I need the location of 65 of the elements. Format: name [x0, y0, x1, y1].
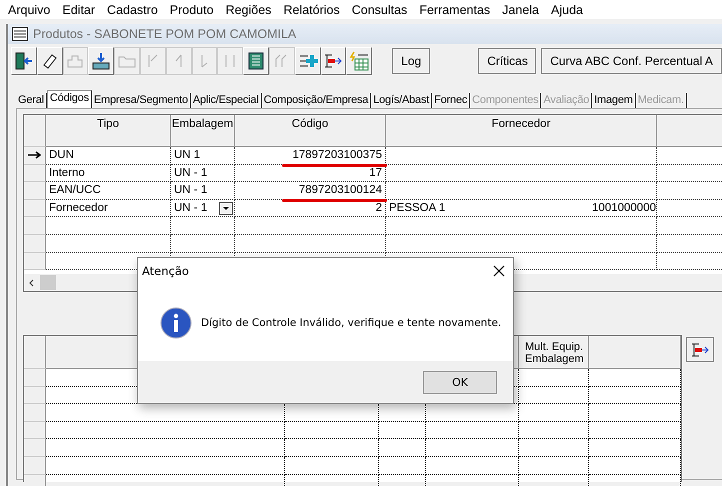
supplier-code: 1001000000: [592, 202, 656, 214]
table-cell: Interno: [46, 164, 171, 182]
table-cell: [519, 422, 589, 440]
column-header: Embalagem: [171, 115, 235, 147]
criticas-button[interactable]: Críticas: [478, 48, 536, 74]
menu-item[interactable]: Janela: [496, 2, 546, 16]
abc-curve-button[interactable]: Curva ABC Conf. Percentual A: [541, 48, 722, 74]
table-cell: Fornecedor: [46, 200, 171, 218]
row-header: [24, 386, 46, 404]
table-cell: [379, 456, 426, 475]
menu-item[interactable]: Ferramentas: [413, 2, 496, 16]
table-cell: UN - 1: [171, 182, 235, 200]
table-cell: UN - 1: [171, 164, 235, 182]
column-header: Mult. Equip. Embalagem: [519, 336, 589, 369]
menu-item[interactable]: Consultas: [346, 2, 414, 16]
table-cell: 7897203100124: [235, 182, 386, 200]
menu-item[interactable]: Editar: [56, 2, 102, 16]
tab[interactable]: Códigos: [46, 90, 92, 108]
table-cell: [171, 234, 235, 253]
table-cell: [379, 439, 426, 457]
row-header: [24, 252, 46, 270]
row-header: [24, 234, 46, 253]
row-header: [24, 217, 46, 235]
previous-icon: [175, 54, 182, 68]
column-header: Código: [235, 115, 386, 147]
table-icon: [246, 51, 266, 71]
table-cell: [519, 456, 589, 475]
table-cell: DUN: [46, 147, 171, 165]
next-icon: [200, 54, 208, 68]
column-header: Tipo: [46, 115, 171, 147]
log-button[interactable]: Log: [392, 48, 430, 74]
door-arrow-icon: [14, 51, 34, 71]
close-icon[interactable]: [493, 265, 505, 277]
table-cell: 2: [235, 200, 386, 218]
supplier-name: PESSOA 1: [389, 202, 446, 214]
table-cell: 17897203100375: [235, 147, 386, 165]
table-cell: [519, 439, 589, 457]
menu-item[interactable]: Regiões: [220, 2, 278, 16]
window-title: Produtos - SABONETE POM POM CAMOMILA: [33, 27, 296, 41]
info-icon: [160, 306, 192, 338]
lightning-table-icon: [349, 51, 370, 71]
table-cell: 17: [235, 164, 386, 182]
remove-button[interactable]: [686, 337, 714, 362]
column-header: Fornecedor: [386, 115, 657, 147]
menu-item[interactable]: Cadastro: [101, 2, 164, 16]
menu-item[interactable]: Ajuda: [545, 2, 589, 16]
menu-item[interactable]: Arquivo: [2, 2, 56, 16]
dropdown-field[interactable]: UN - 1: [171, 200, 235, 218]
table-cell: [519, 404, 589, 422]
dialog-title: Atenção: [142, 264, 189, 278]
table-cell: [171, 217, 235, 235]
row-header: [24, 439, 46, 457]
scroll-thumb[interactable]: [40, 275, 56, 290]
table-cell: UN 1: [171, 147, 235, 165]
tray-arrow-icon: [91, 51, 112, 71]
menu-item[interactable]: Produto: [164, 2, 220, 16]
row-header: [24, 404, 46, 422]
row-header: [24, 422, 46, 440]
menu-item[interactable]: Relatórios: [277, 2, 346, 16]
dialog-message: Dígito de Controle Inválido, verifique e tente novamente.: [201, 316, 502, 328]
current-row-arrow-icon: [28, 151, 41, 160]
ok-button[interactable]: OK: [423, 370, 497, 394]
table-cell: [379, 422, 426, 440]
table-cell: EAN/UCC: [46, 182, 171, 200]
form-icon: [12, 27, 28, 41]
